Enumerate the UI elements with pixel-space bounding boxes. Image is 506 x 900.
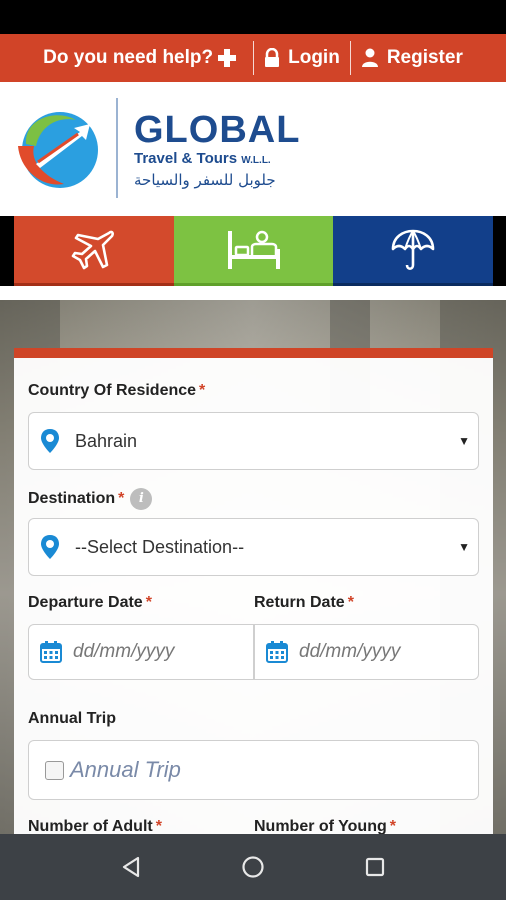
adult-count-label-text: Number of Adult bbox=[28, 818, 153, 834]
brand-subtitle: Travel & Tours W.L.L. bbox=[134, 150, 300, 169]
destination-value: --Select Destination-- bbox=[75, 536, 245, 557]
back-icon[interactable] bbox=[120, 855, 142, 879]
annual-trip-checkbox-label: Annual Trip bbox=[70, 757, 181, 782]
country-label-text: Country Of Residence bbox=[28, 382, 197, 399]
map-pin-icon bbox=[41, 535, 59, 559]
user-icon bbox=[361, 48, 378, 67]
adult-count-label: Number of Adult * bbox=[28, 818, 162, 834]
insurance-form: Country Of Residence * Bahrain ▼ Destinat… bbox=[14, 348, 493, 834]
info-icon[interactable]: i bbox=[130, 488, 153, 510]
required-mark: * bbox=[118, 490, 125, 508]
required-mark: * bbox=[347, 594, 354, 611]
annual-trip-label: Annual Trip bbox=[28, 710, 116, 727]
tab-flights[interactable] bbox=[14, 216, 174, 286]
login-link[interactable]: Login bbox=[254, 40, 350, 76]
logo-divider bbox=[116, 98, 118, 198]
country-select[interactable]: Bahrain ▼ bbox=[28, 412, 479, 470]
return-label-text: Return Date bbox=[254, 594, 345, 611]
chevron-down-icon: ▼ bbox=[458, 540, 470, 554]
young-count-label-text: Number of Young bbox=[254, 818, 387, 834]
young-count-label: Number of Young * bbox=[254, 818, 396, 834]
android-nav-bar bbox=[0, 834, 506, 900]
chevron-down-icon: ▼ bbox=[458, 434, 470, 448]
login-label: Login bbox=[288, 47, 340, 68]
lock-icon bbox=[265, 48, 280, 67]
tab-hotels[interactable] bbox=[173, 216, 334, 286]
umbrella-icon bbox=[391, 229, 435, 270]
brand-subtitle-text: Travel & Tours bbox=[134, 150, 238, 167]
calendar-icon bbox=[40, 641, 62, 663]
plus-icon bbox=[218, 49, 237, 67]
required-mark: * bbox=[199, 382, 206, 399]
service-tabs bbox=[14, 216, 494, 286]
calendar-icon bbox=[266, 641, 288, 663]
help-link[interactable]: Do you need help? bbox=[33, 40, 253, 76]
register-link[interactable]: Register bbox=[351, 40, 473, 76]
return-date-input[interactable]: dd/mm/yyyy bbox=[254, 624, 479, 680]
airplane-icon bbox=[71, 230, 114, 269]
departure-label-text: Departure Date bbox=[28, 594, 143, 611]
departure-date-input[interactable]: dd/mm/yyyy bbox=[28, 624, 254, 680]
annual-trip-field[interactable]: Annual Trip bbox=[28, 740, 479, 800]
top-help-bar: Do you need help? Login Register bbox=[0, 34, 506, 82]
register-label: Register bbox=[386, 47, 463, 68]
destination-select[interactable]: --Select Destination-- ▼ bbox=[28, 518, 479, 576]
help-label: Do you need help? bbox=[43, 47, 214, 68]
map-pin-icon bbox=[41, 429, 59, 453]
departure-label: Departure Date * bbox=[28, 594, 152, 612]
brand-text: GLOBAL Travel & Tours W.L.L. جلوبل للسفر… bbox=[134, 109, 301, 189]
country-value: Bahrain bbox=[75, 430, 138, 451]
return-date-placeholder: dd/mm/yyyy bbox=[299, 641, 401, 662]
header: GLOBAL Travel & Tours W.L.L. جلوبل للسفر… bbox=[0, 82, 506, 216]
hotel-bed-icon bbox=[227, 230, 280, 269]
return-label: Return Date * bbox=[254, 594, 354, 612]
destination-label-text: Destination bbox=[28, 490, 116, 508]
brand-name: GLOBAL bbox=[134, 109, 301, 151]
required-mark: * bbox=[145, 594, 152, 611]
recents-icon[interactable] bbox=[364, 856, 386, 878]
tab-insurance[interactable] bbox=[333, 216, 494, 286]
status-bar bbox=[0, 0, 506, 34]
destination-label: Destination * i bbox=[28, 488, 153, 510]
global-logo-icon[interactable] bbox=[14, 106, 100, 192]
brand-suffix: W.L.L. bbox=[241, 155, 271, 166]
required-mark: * bbox=[155, 818, 162, 834]
departure-date-placeholder: dd/mm/yyyy bbox=[73, 641, 175, 662]
annual-trip-checkbox[interactable] bbox=[45, 760, 64, 780]
country-label: Country Of Residence * bbox=[28, 382, 205, 400]
header-spacer bbox=[0, 286, 506, 300]
required-mark: * bbox=[389, 818, 396, 834]
brand-arabic: جلوبل للسفر والسياحة bbox=[134, 171, 276, 189]
home-icon[interactable] bbox=[241, 855, 265, 879]
